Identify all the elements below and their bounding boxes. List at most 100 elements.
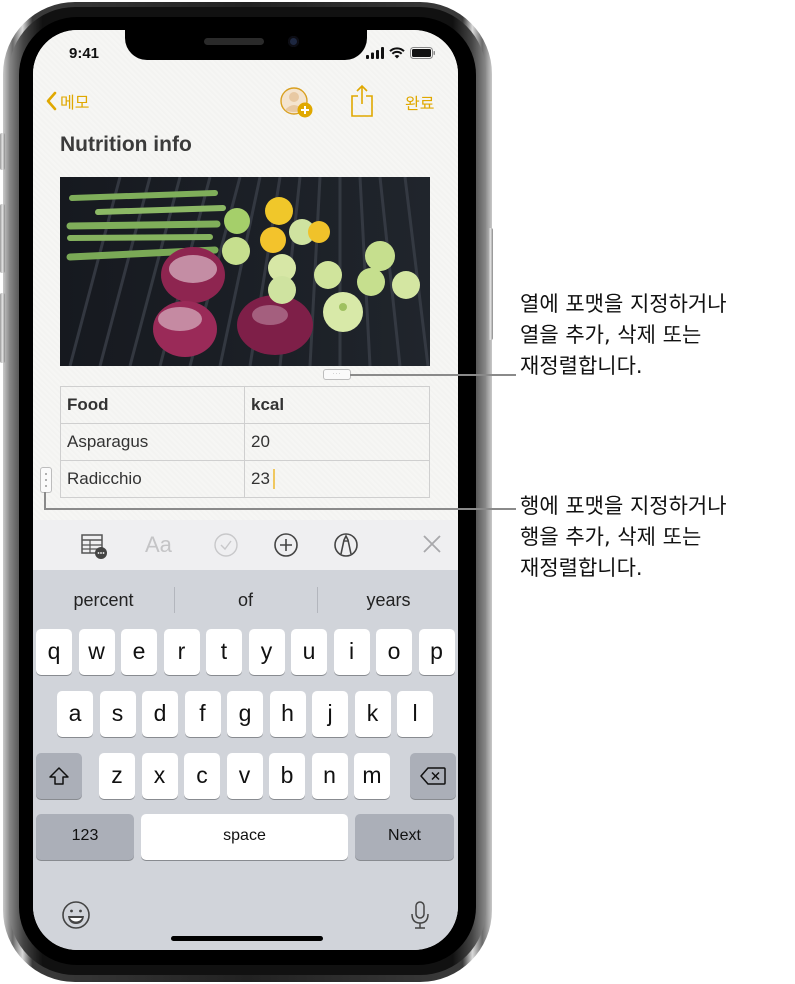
- suggestion[interactable]: years: [318, 570, 458, 630]
- checklist-button[interactable]: [213, 532, 239, 558]
- volume-up-button: [0, 204, 5, 273]
- mute-switch: [0, 133, 5, 170]
- cell-value: 23: [251, 468, 270, 488]
- dictation-button[interactable]: [410, 900, 430, 935]
- share-icon: [351, 84, 373, 117]
- back-button[interactable]: 메모: [45, 89, 89, 113]
- table-header-cell[interactable]: Food: [60, 386, 245, 424]
- emoji-button[interactable]: [61, 900, 91, 935]
- next-key[interactable]: Next: [355, 814, 454, 860]
- key-u[interactable]: u: [291, 629, 327, 675]
- key-j[interactable]: j: [312, 691, 348, 737]
- table-cell[interactable]: Radicchio: [60, 460, 245, 498]
- key-h[interactable]: h: [269, 691, 306, 737]
- key-p[interactable]: p: [418, 629, 455, 675]
- key-x[interactable]: x: [141, 753, 178, 799]
- keyboard: percent of years qwertyuiop asdfghjkl zx…: [33, 570, 458, 950]
- key-k[interactable]: k: [354, 691, 391, 737]
- callout-line: 열에 포맷을 지정하거나: [520, 292, 727, 316]
- table-cell-active[interactable]: 23: [244, 460, 430, 498]
- speaker: [204, 38, 264, 45]
- callout-line: 재정렬합니다.: [520, 354, 643, 378]
- space-key[interactable]: space: [141, 814, 348, 860]
- callout-line: 열을 추가, 삭제 또는: [520, 323, 702, 347]
- callout-line: 행을 추가, 삭제 또는: [520, 525, 702, 549]
- shift-key[interactable]: [36, 753, 82, 799]
- suggestion[interactable]: of: [175, 570, 316, 630]
- power-button: [488, 228, 493, 340]
- key-n[interactable]: n: [311, 753, 348, 799]
- table-options-button[interactable]: [80, 532, 107, 559]
- markup-button[interactable]: [333, 532, 359, 558]
- key-s[interactable]: s: [99, 691, 136, 737]
- row-handle[interactable]: [40, 467, 52, 493]
- table-header-row: Food kcal: [60, 386, 430, 424]
- callout-line: 재정렬합니다.: [520, 556, 643, 580]
- table-cell[interactable]: 20: [244, 423, 430, 461]
- key-r[interactable]: r: [163, 629, 200, 675]
- volume-down-button: [0, 293, 5, 363]
- wifi-icon: [389, 47, 405, 59]
- key-w[interactable]: w: [78, 629, 115, 675]
- key-f[interactable]: f: [184, 691, 221, 737]
- key-o[interactable]: o: [376, 629, 412, 675]
- front-camera: [288, 36, 299, 47]
- delete-icon: [420, 767, 446, 785]
- row-callout-line: [44, 508, 516, 510]
- table-cell[interactable]: Asparagus: [60, 423, 245, 461]
- note-title: Nutrition info: [60, 133, 192, 156]
- insert-button[interactable]: [273, 532, 299, 558]
- shift-icon: [49, 767, 69, 785]
- back-label: 메모: [60, 95, 90, 112]
- key-m[interactable]: m: [354, 753, 390, 799]
- key-a[interactable]: a: [57, 691, 93, 737]
- delete-key[interactable]: [410, 753, 456, 799]
- home-indicator[interactable]: [171, 936, 323, 941]
- key-l[interactable]: l: [397, 691, 433, 737]
- markup-icon: [334, 533, 358, 557]
- microphone-icon: [411, 901, 429, 929]
- done-button[interactable]: 완료: [405, 90, 434, 114]
- note-image[interactable]: [60, 177, 430, 366]
- key-q[interactable]: q: [36, 629, 72, 675]
- key-e[interactable]: e: [121, 629, 157, 675]
- vegetables-photo: [60, 177, 430, 366]
- column-handle[interactable]: ···: [323, 369, 351, 380]
- key-b[interactable]: b: [269, 753, 305, 799]
- notch: [125, 30, 367, 60]
- status-time: 9:41: [69, 45, 100, 62]
- text-cursor: [272, 469, 275, 490]
- key-c[interactable]: c: [184, 753, 220, 799]
- table-row: Asparagus 20: [60, 423, 430, 461]
- suggestion[interactable]: percent: [33, 570, 174, 630]
- checklist-icon: [214, 533, 238, 557]
- add-people-button[interactable]: [279, 86, 315, 125]
- vertical-dots-icon: [45, 473, 47, 487]
- key-g[interactable]: g: [227, 691, 263, 737]
- key-y[interactable]: y: [248, 629, 285, 675]
- key-z[interactable]: z: [99, 753, 135, 799]
- row-callout: 행에 포맷을 지정하거나 행을 추가, 삭제 또는 재정렬합니다.: [520, 491, 790, 584]
- text-format-button[interactable]: Aa: [145, 532, 179, 558]
- share-button[interactable]: [350, 84, 374, 123]
- callout-line: 행에 포맷을 지정하거나: [520, 494, 727, 518]
- note-table: Food kcal Asparagus 20 Radicchio 23: [60, 386, 430, 498]
- key-d[interactable]: d: [142, 691, 178, 737]
- column-callout: 열에 포맷을 지정하거나 열을 추가, 삭제 또는 재정렬합니다.: [520, 289, 790, 382]
- screen: 9:41 메모 완료 Nutrition info ··· Food kcal …: [33, 30, 458, 950]
- numbers-key[interactable]: 123: [36, 814, 134, 860]
- table-header-cell[interactable]: kcal: [244, 386, 430, 424]
- key-t[interactable]: t: [206, 629, 242, 675]
- cellular-signal-icon: [366, 47, 384, 59]
- text-format-icon: Aa: [145, 532, 172, 557]
- emoji-icon: [62, 901, 90, 929]
- formatting-toolbar: Aa: [33, 520, 458, 570]
- key-i[interactable]: i: [333, 629, 370, 675]
- table-row: Radicchio 23: [60, 460, 430, 498]
- close-icon: [423, 535, 441, 553]
- column-callout-line: [350, 374, 516, 376]
- chevron-left-icon: [46, 91, 57, 111]
- close-toolbar-button[interactable]: [420, 532, 446, 558]
- key-v[interactable]: v: [226, 753, 263, 799]
- battery-icon: [410, 47, 435, 59]
